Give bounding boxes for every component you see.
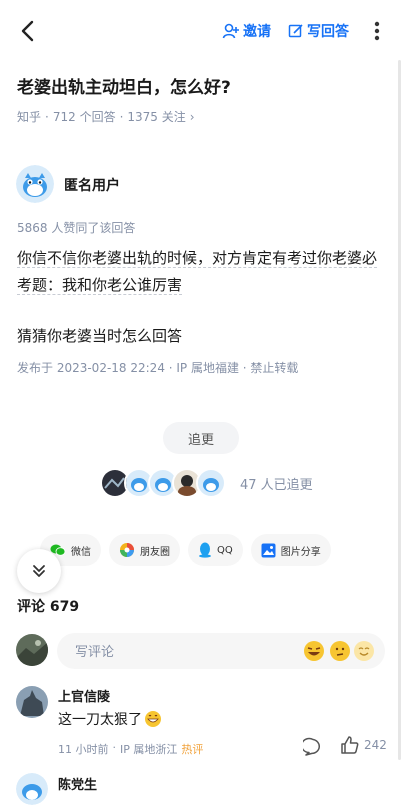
share-label: 微信 bbox=[71, 546, 91, 558]
qq-icon bbox=[199, 542, 211, 558]
commenter-name[interactable]: 上官信陵 bbox=[58, 686, 110, 705]
thumbs-up-icon bbox=[341, 736, 359, 754]
more-vertical-icon bbox=[374, 21, 380, 41]
followers-count: 47 人已追更 bbox=[240, 477, 313, 493]
follow-updates-button[interactable]: 追更 bbox=[163, 422, 239, 454]
chevron-right-icon: › bbox=[189, 109, 195, 124]
anonymous-mascot-icon bbox=[16, 165, 54, 203]
comment-bubble-icon bbox=[300, 737, 320, 756]
my-avatar[interactable] bbox=[16, 634, 48, 666]
source-label: 知乎 bbox=[17, 110, 42, 124]
comments-title: 评论 679 bbox=[17, 599, 80, 615]
commenter-name[interactable]: 陈党生 bbox=[58, 774, 97, 793]
like-button[interactable]: 242 bbox=[340, 735, 387, 755]
comment-body: 这一刀太狠了 bbox=[58, 712, 142, 728]
laughing-emoji-icon[interactable] bbox=[303, 640, 325, 662]
follower-avatar bbox=[196, 468, 226, 498]
comment-time: 11 小时前 bbox=[58, 743, 109, 756]
share-label: 图片分享 bbox=[280, 546, 321, 558]
commenter-avatar[interactable] bbox=[16, 686, 48, 718]
comment-input[interactable] bbox=[73, 633, 297, 671]
comment-text: 这一刀太狠了 bbox=[58, 709, 162, 729]
double-chevron-down-icon bbox=[33, 565, 45, 577]
hot-comment-badge: 热评 bbox=[181, 743, 204, 756]
moments-icon bbox=[120, 543, 134, 557]
answer-paragraph-text: 你信不信你老婆出轨的时候，对方肯定有考过你老婆必考题：我和你老公谁厉害 bbox=[17, 249, 378, 295]
share-image-button[interactable]: 图片分享 bbox=[250, 534, 331, 566]
comment-ip: IP 属地浙江 bbox=[120, 743, 178, 756]
follow-count: 1375 关注 bbox=[127, 110, 186, 124]
edit-icon bbox=[288, 24, 303, 38]
share-qq-button[interactable]: QQ bbox=[188, 534, 243, 566]
share-moments-button[interactable]: 朋友圈 bbox=[109, 534, 180, 566]
share-label: 朋友圈 bbox=[140, 546, 170, 558]
share-row: 微信 朋友圈 QQ 图片分享 bbox=[40, 534, 380, 566]
image-share-icon bbox=[261, 543, 276, 557]
like-count: 242 bbox=[364, 738, 387, 752]
commenter-avatar[interactable] bbox=[16, 773, 48, 805]
answer-paragraph: 你信不信你老婆出轨的时候，对方肯定有考过你老婆必考题：我和你老公谁厉害 bbox=[17, 245, 387, 299]
top-bar: 邀请 写回答 bbox=[0, 0, 402, 62]
comment-meta: 11 小时前 · IP 属地浙江 热评 bbox=[58, 741, 203, 757]
write-answer-button[interactable]: 写回答 bbox=[288, 20, 349, 42]
more-options-button[interactable] bbox=[368, 18, 386, 44]
write-answer-label: 写回答 bbox=[307, 24, 349, 40]
upvote-count: 5868 人赞同了该回答 bbox=[17, 221, 136, 235]
add-person-icon bbox=[222, 23, 239, 39]
invite-label: 邀请 bbox=[243, 24, 271, 40]
back-button[interactable] bbox=[14, 16, 44, 46]
reply-button[interactable] bbox=[300, 737, 323, 757]
smile-emoji-icon[interactable] bbox=[353, 640, 375, 662]
answer-paragraph: 猜猜你老婆当时怎么回答 bbox=[17, 327, 183, 345]
followers-row[interactable]: 47 人已追更 bbox=[100, 468, 313, 498]
separator-dot: · bbox=[45, 109, 49, 124]
share-label: QQ bbox=[217, 544, 233, 556]
answer-count: 712 个回答 bbox=[52, 110, 116, 124]
separator-dot: · bbox=[119, 109, 124, 124]
comment-input-box[interactable] bbox=[57, 633, 385, 671]
author-name[interactable]: 匿名用户 bbox=[64, 175, 120, 195]
separator-dot: · bbox=[112, 741, 117, 754]
publish-info: 发布于 2023-02-18 22:24 · IP 属地福建 · 禁止转载 bbox=[17, 361, 299, 375]
thinking-emoji-icon[interactable] bbox=[329, 640, 351, 662]
invite-button[interactable]: 邀请 bbox=[222, 20, 271, 42]
question-title[interactable]: 老婆出轨主动坦白，怎么好? bbox=[17, 76, 387, 100]
collapse-button[interactable] bbox=[17, 549, 61, 593]
scrollbar[interactable] bbox=[398, 60, 401, 760]
grin-emoji-icon bbox=[145, 711, 161, 727]
question-meta[interactable]: 知乎 · 712 个回答 · 1375 关注 › bbox=[17, 108, 195, 125]
chevron-left-icon bbox=[21, 20, 34, 42]
author-avatar[interactable] bbox=[16, 165, 54, 203]
